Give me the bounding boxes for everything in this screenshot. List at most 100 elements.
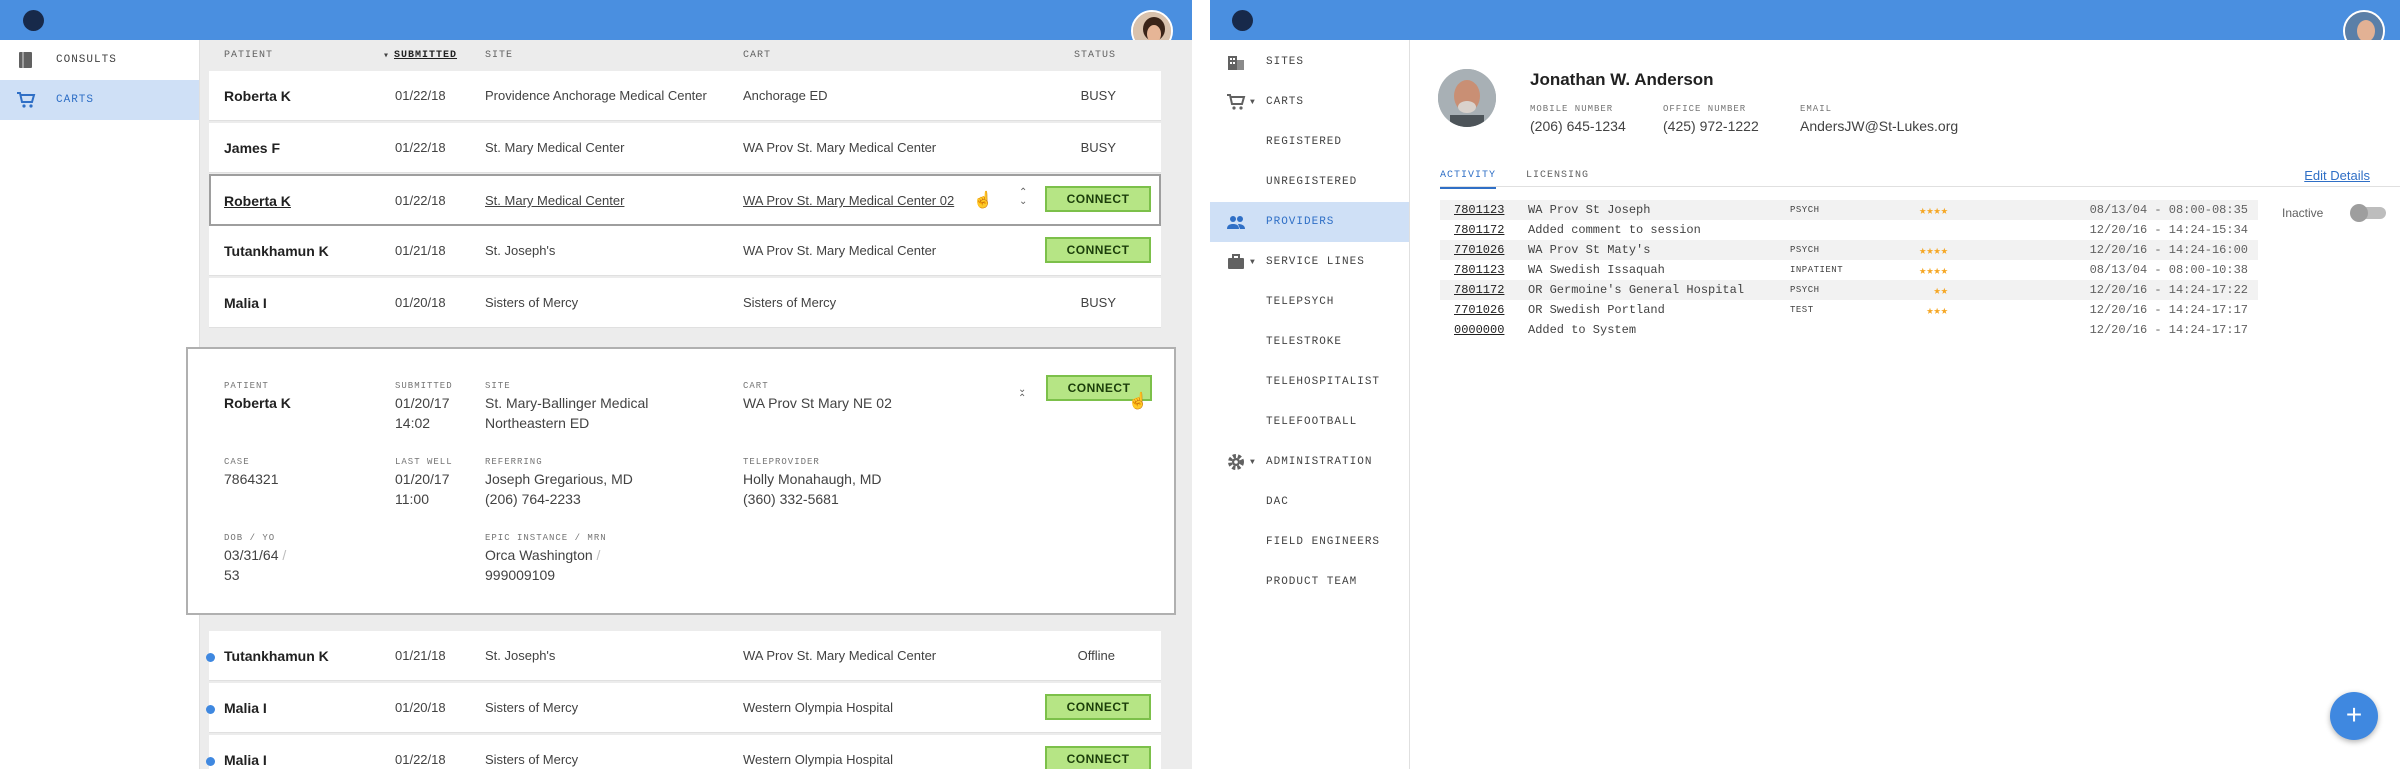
activity-id-link[interactable]: 7801172: [1454, 283, 1504, 297]
connect-button[interactable]: CONNECT: [1045, 746, 1151, 769]
sidebar: CONSULTS CARTS: [0, 40, 200, 769]
cart-name: WA Prov St Mary NE 02: [743, 395, 892, 411]
cart-name[interactable]: WA Prov St. Mary Medical Center 02: [743, 193, 954, 208]
sidebar-item-registered[interactable]: REGISTERED: [1210, 122, 1409, 162]
add-button[interactable]: +: [2330, 692, 2378, 740]
providers-app: SITES ▼ CARTS REGISTERED UNREGISTERED PR…: [1210, 0, 2400, 769]
gear-icon: [1228, 454, 1244, 470]
sidebar-item-providers[interactable]: PROVIDERS: [1210, 202, 1409, 242]
column-header-site[interactable]: SITE: [485, 50, 513, 61]
activity-row[interactable]: 7701026 OR Swedish Portland TEST ★★★ 12/…: [1440, 300, 2258, 320]
tab-activity[interactable]: ACTIVITY: [1440, 170, 1497, 189]
patient-name: Malia I: [224, 700, 267, 716]
activity-id-link[interactable]: 7801123: [1454, 263, 1504, 277]
age-value: 53: [224, 567, 240, 583]
submitted-date: 01/21/18: [395, 243, 446, 258]
site-name: Sisters of Mercy: [485, 295, 579, 310]
briefcase-icon: [1228, 254, 1244, 269]
collapse-chevron-icon[interactable]: ⌄ ⌃: [1018, 385, 1026, 404]
patient-name: Tutankhamun K: [224, 243, 329, 259]
column-header-submitted[interactable]: SUBMITTED: [394, 50, 457, 61]
table-row[interactable]: Tutankhamun K 01/21/18 St. Joseph's WA P…: [206, 631, 1161, 681]
sidebar-item-service-lines[interactable]: ▼ SERVICE LINES: [1210, 242, 1409, 282]
table-row[interactable]: Tutankhamun K 01/21/18 St. Joseph's WA P…: [209, 226, 1161, 276]
sidebar-item-label: DAC: [1266, 496, 1289, 508]
site-name: Sisters of Mercy: [485, 752, 579, 767]
consults-app: CONSULTS CARTS PATIENT ▾ SUBMITTED SITE …: [0, 0, 1192, 769]
activity-id-link[interactable]: 7801123: [1454, 203, 1504, 217]
rating-stars: ★★★★: [1919, 244, 1948, 258]
activity-row[interactable]: 7801172 Added comment to session 12/20/1…: [1440, 220, 2258, 240]
column-header-cart[interactable]: CART: [743, 50, 771, 61]
sidebar-item-sites[interactable]: SITES: [1210, 42, 1409, 82]
activity-tag: INPATIENT: [1790, 265, 1844, 275]
activity-time: 08/13/04 - 08:00-08:35: [2089, 203, 2248, 217]
table-row[interactable]: Roberta K 01/22/18 Providence Anchorage …: [209, 71, 1161, 121]
sidebar-item-telehospitalist[interactable]: TELEHOSPITALIST: [1210, 362, 1409, 402]
expand-caret-icon[interactable]: ▼: [1250, 98, 1256, 107]
activity-id-link[interactable]: 7701026: [1454, 303, 1504, 317]
case-label: CASE: [224, 457, 250, 467]
submitted-date: 01/20/18: [395, 700, 446, 715]
top-bar: [0, 0, 1192, 52]
tab-licensing[interactable]: LICENSING: [1526, 170, 1589, 181]
consult-detail-card[interactable]: PATIENT Roberta K SUBMITTED 01/20/17 14:…: [186, 347, 1176, 615]
connect-button[interactable]: CONNECT: [1045, 237, 1151, 263]
connect-button[interactable]: CONNECT: [1045, 186, 1151, 212]
sidebar-item-product-team[interactable]: PRODUCT TEAM: [1210, 562, 1409, 602]
cart-name: Western Olympia Hospital: [743, 752, 894, 767]
column-header-patient[interactable]: PATIENT: [224, 50, 273, 61]
expand-caret-icon[interactable]: ▼: [1250, 458, 1256, 467]
column-header-status[interactable]: STATUS: [1074, 50, 1116, 61]
site-name: Sisters of Mercy: [485, 700, 579, 715]
teleprovider-phone: (360) 332-5681: [743, 491, 839, 507]
activity-description: OR Swedish Portland: [1528, 303, 1665, 317]
connect-button[interactable]: CONNECT: [1045, 694, 1151, 720]
provider-name: Jonathan W. Anderson: [1530, 70, 1714, 89]
expand-caret-icon[interactable]: ▼: [1250, 258, 1256, 267]
activity-id-link[interactable]: 7801172: [1454, 223, 1504, 237]
sidebar-item-dac[interactable]: DAC: [1210, 482, 1409, 522]
sidebar-item-field-engineers[interactable]: FIELD ENGINEERS: [1210, 522, 1409, 562]
site-name[interactable]: St. Mary Medical Center: [485, 193, 624, 208]
table-row[interactable]: Malia I 01/20/18 Sisters of Mercy Wester…: [206, 683, 1161, 733]
table-row[interactable]: Malia I 01/22/18 Sisters of Mercy Wester…: [206, 735, 1161, 769]
toggle-knob[interactable]: [2350, 204, 2368, 222]
people-icon: [1227, 216, 1245, 229]
sidebar-item-unregistered[interactable]: UNREGISTERED: [1210, 162, 1409, 202]
sidebar-item-consults[interactable]: CONSULTS: [0, 40, 199, 80]
sidebar-item-label: TELEFOOTBALL: [1266, 416, 1358, 428]
expand-chevron-icon[interactable]: ⌃ ⌄: [1019, 188, 1027, 207]
cart-name: WA Prov St. Mary Medical Center: [743, 648, 937, 663]
site-name: St. Mary Medical Center: [485, 140, 625, 155]
submitted-date: 01/22/18: [395, 193, 446, 208]
activity-id-link[interactable]: 7701026: [1454, 243, 1504, 257]
sidebar-item-carts[interactable]: ▼ CARTS: [1210, 82, 1409, 122]
inactive-toggle[interactable]: [2350, 204, 2386, 222]
edit-details-link[interactable]: Edit Details: [2304, 168, 2370, 183]
activity-row[interactable]: 7801123 WA Prov St Joseph PSYCH ★★★★ 08/…: [1440, 200, 2258, 220]
sidebar-item-telepsych[interactable]: TELEPSYCH: [1210, 282, 1409, 322]
sidebar-item-carts[interactable]: CARTS: [0, 80, 199, 120]
sidebar-item-administration[interactable]: ▼ ADMINISTRATION: [1210, 442, 1409, 482]
patient-name[interactable]: Roberta K: [224, 193, 291, 209]
sidebar-item-telefootball[interactable]: TELEFOOTBALL: [1210, 402, 1409, 442]
sort-arrow-icon[interactable]: ▾: [383, 50, 390, 62]
table-row-hovered[interactable]: Roberta K 01/22/18 St. Mary Medical Cent…: [209, 174, 1161, 226]
table-row[interactable]: Malia I 01/20/18 Sisters of Mercy Sister…: [209, 278, 1161, 328]
rating-stars: ★★★★: [1919, 264, 1948, 278]
unread-dot-icon: [206, 653, 215, 662]
activity-row[interactable]: 7801123 WA Swedish Issaquah INPATIENT ★★…: [1440, 260, 2258, 280]
app-logo[interactable]: [1232, 10, 1253, 31]
last-well-date: 01/20/17: [395, 471, 450, 487]
activity-row[interactable]: 7701026 WA Prov St Maty's PSYCH ★★★★ 12/…: [1440, 240, 2258, 260]
activity-id-link[interactable]: 0000000: [1454, 323, 1504, 337]
app-logo[interactable]: [23, 10, 44, 31]
provider-detail: Jonathan W. Anderson MOBILE NUMBER (206)…: [1410, 40, 2400, 769]
activity-row[interactable]: 7801172 OR Germoine's General Hospital P…: [1440, 280, 2258, 300]
sidebar-item-label: REGISTERED: [1266, 136, 1343, 148]
activity-row[interactable]: 0000000 Added to System 12/20/16 - 14:24…: [1440, 320, 2258, 340]
table-row[interactable]: James F 01/22/18 St. Mary Medical Center…: [209, 123, 1161, 173]
sidebar-item-telestroke[interactable]: TELESTROKE: [1210, 322, 1409, 362]
teleprovider-label: TELEPROVIDER: [743, 457, 820, 467]
